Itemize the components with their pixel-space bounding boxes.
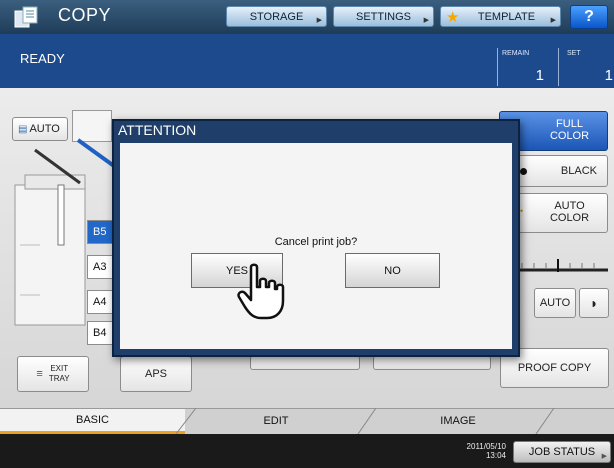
dialog-message: Cancel print job?	[274, 236, 358, 248]
dialog-title: ATTENTION	[118, 122, 197, 138]
no-button[interactable]: NO	[345, 253, 440, 288]
pointer-hand-icon	[237, 263, 285, 320]
